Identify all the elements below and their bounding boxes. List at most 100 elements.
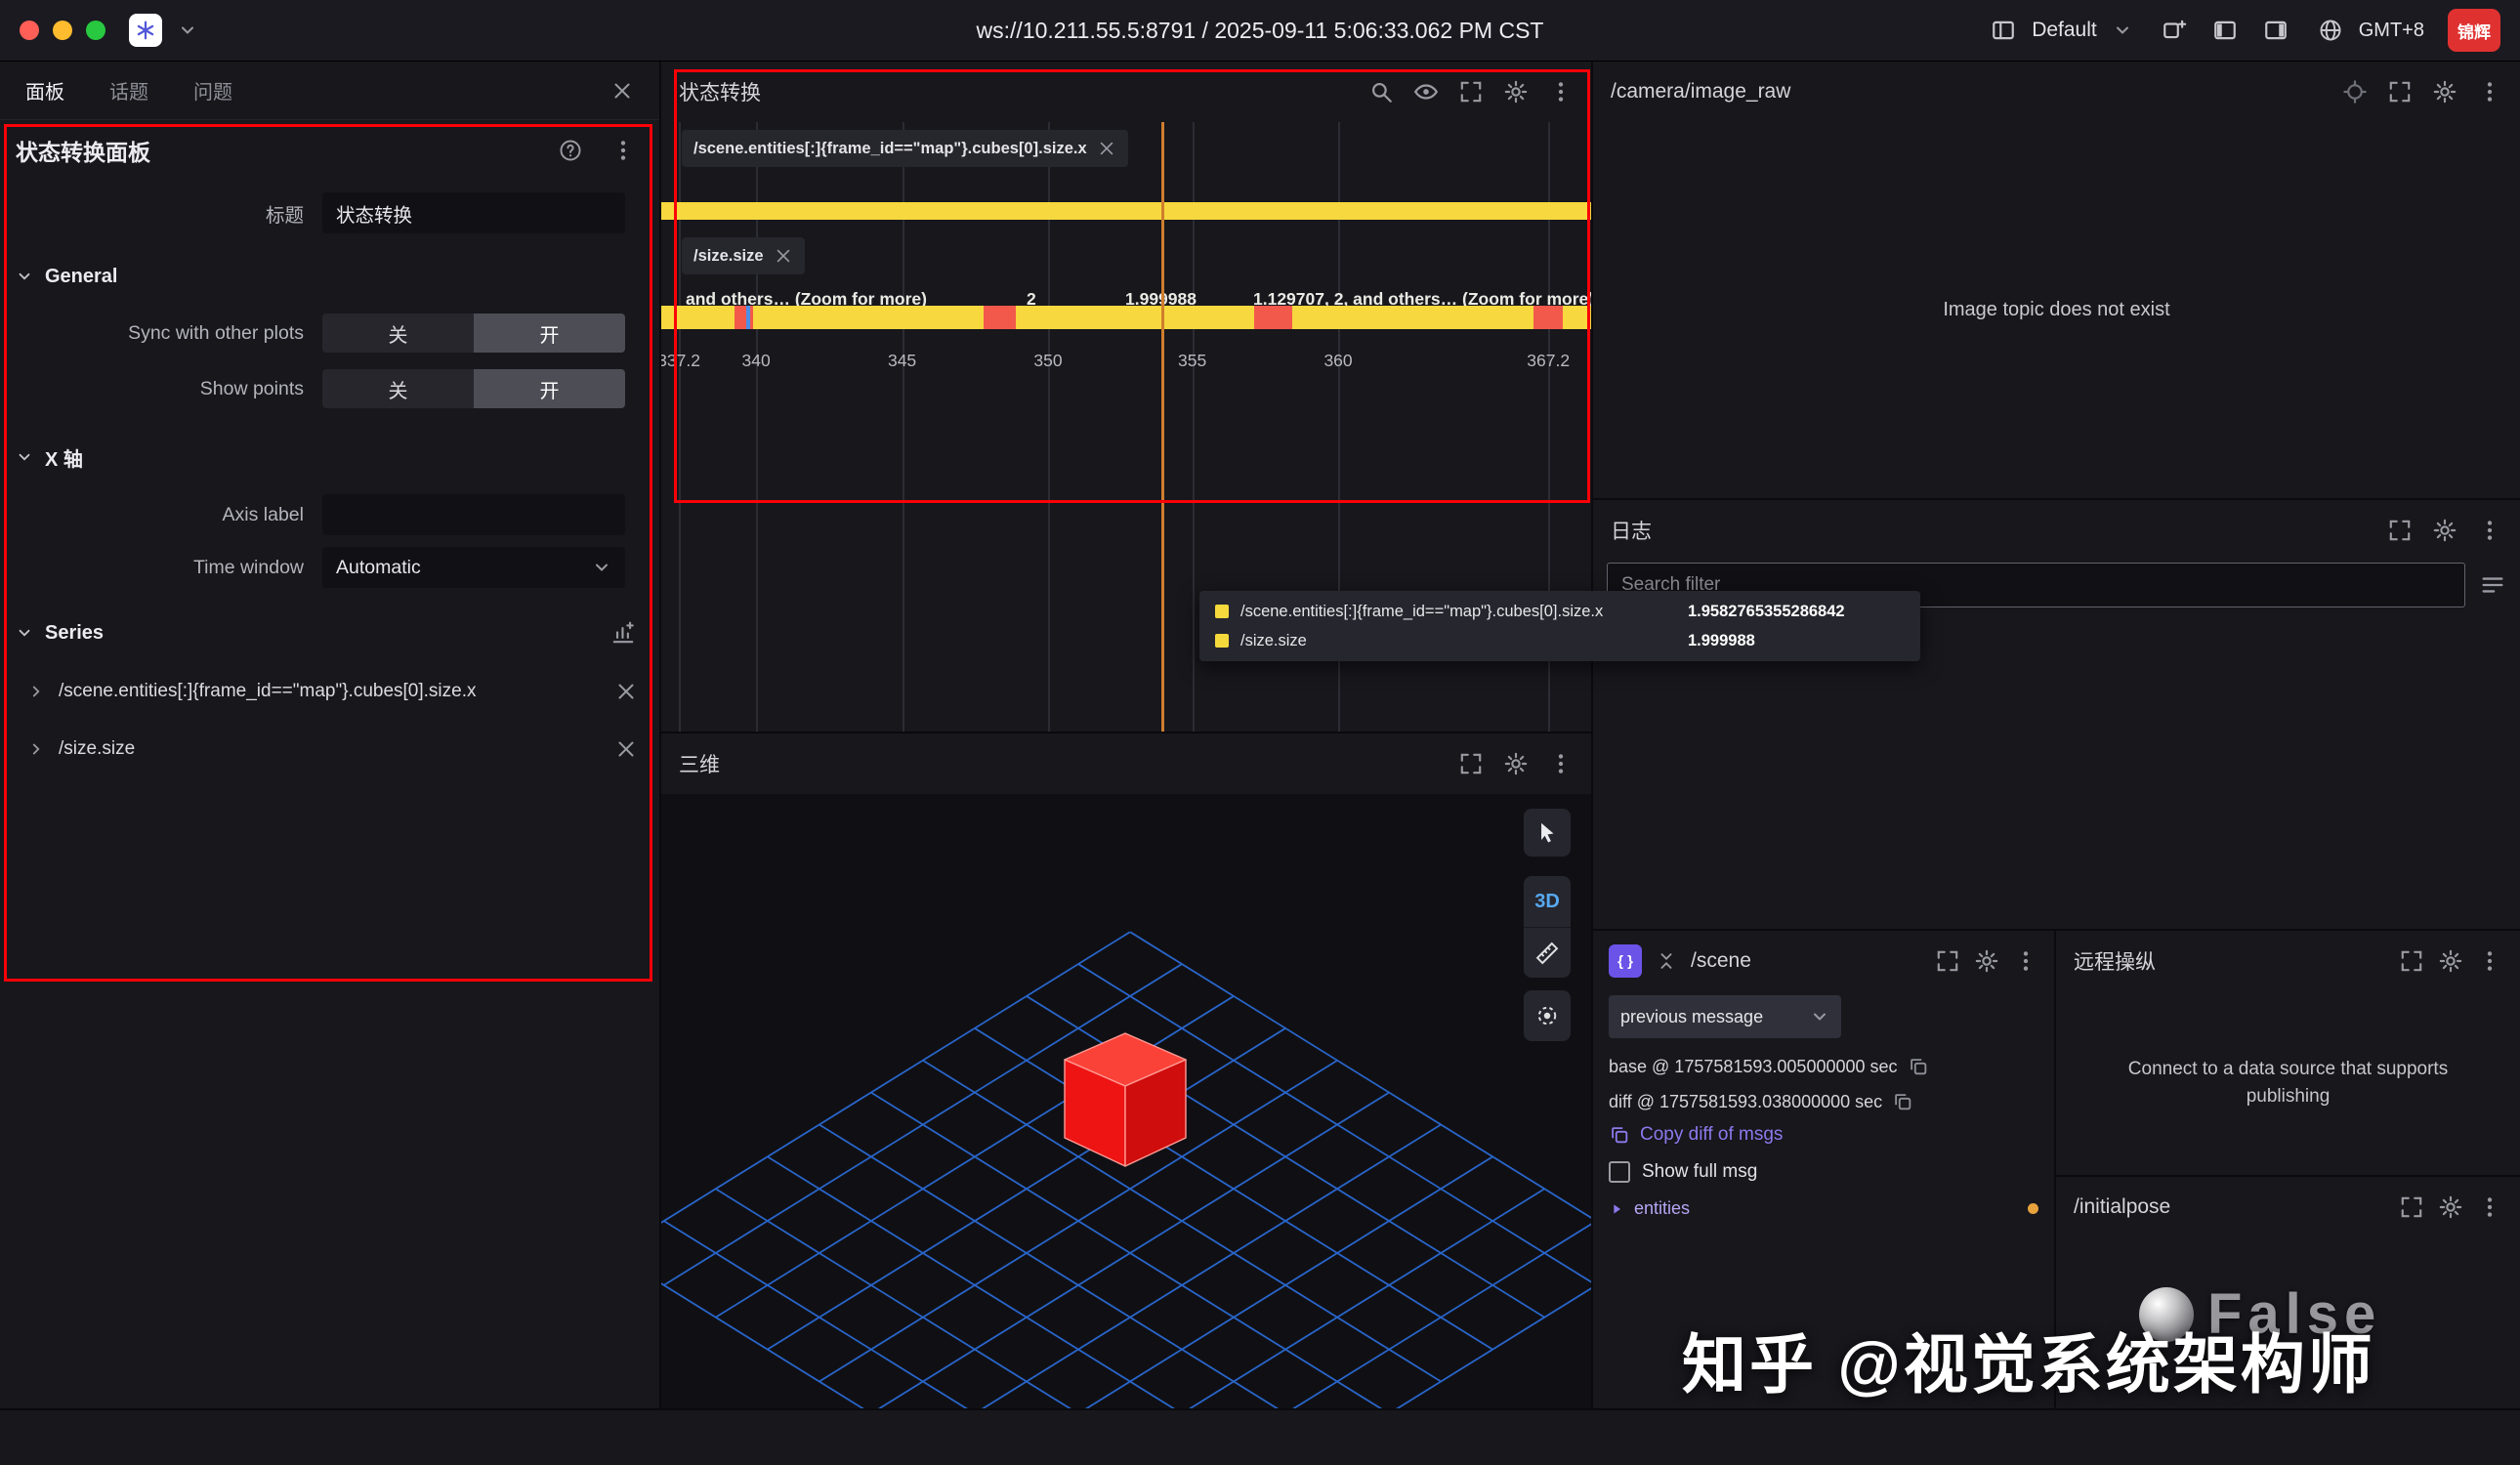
layout-name[interactable]: Default <box>2032 19 2097 42</box>
red-cube <box>1065 1033 1186 1166</box>
axis-tick: 337.2 <box>661 351 700 371</box>
fullscreen-icon[interactable] <box>2387 79 2413 105</box>
fullscreen-icon[interactable] <box>1458 751 1484 776</box>
title-field-input[interactable] <box>322 192 625 233</box>
kebab-menu-icon[interactable] <box>610 138 636 163</box>
close-window-button[interactable] <box>20 21 39 40</box>
fullscreen-icon[interactable] <box>1458 79 1484 105</box>
layout-icon[interactable] <box>1991 18 2016 43</box>
help-icon[interactable] <box>558 138 583 163</box>
remove-chip-icon[interactable] <box>774 246 793 266</box>
timezone-label[interactable]: GMT+8 <box>2359 20 2424 42</box>
chevron-right-icon[interactable] <box>27 740 45 758</box>
series-chip[interactable]: /scene.entities[:]{frame_id=="map"}.cube… <box>682 130 1128 167</box>
zoom-selection-icon[interactable] <box>1368 79 1394 105</box>
settings-gear-icon[interactable] <box>2432 518 2457 543</box>
settings-gear-icon[interactable] <box>2438 948 2463 974</box>
tab-topics[interactable]: 话题 <box>109 76 148 105</box>
show-points-toggle: 关 开 <box>322 369 625 408</box>
visibility-icon[interactable] <box>1413 79 1439 105</box>
user-badge[interactable]: 锦辉 <box>2448 9 2500 52</box>
fullscreen-icon[interactable] <box>2399 1194 2424 1220</box>
kebab-menu-icon[interactable] <box>2477 79 2502 105</box>
axis-label-input[interactable] <box>322 494 625 535</box>
chevron-down-icon[interactable] <box>16 268 33 285</box>
copy-icon[interactable] <box>1908 1056 1929 1077</box>
chevron-right-icon[interactable] <box>27 683 45 700</box>
expand-triangle-icon[interactable] <box>1609 1201 1624 1217</box>
copy-icon[interactable] <box>1892 1091 1913 1112</box>
add-series-icon[interactable] <box>610 620 636 646</box>
sync-on-button[interactable]: 开 <box>474 314 625 353</box>
settings-gear-icon[interactable] <box>1503 79 1529 105</box>
settings-gear-icon[interactable] <box>2432 79 2457 105</box>
kebab-menu-icon[interactable] <box>1548 751 1574 776</box>
panel-settings: 状态转换面板 标题 General Sync with other plots … <box>0 122 659 1408</box>
copy-icon <box>1609 1124 1630 1146</box>
fullscreen-icon[interactable] <box>2387 518 2413 543</box>
timeline-state-segment <box>1533 306 1563 329</box>
kebab-menu-icon[interactable] <box>2013 948 2038 974</box>
tab-problems[interactable]: 问题 <box>193 76 232 105</box>
3d-scene[interactable] <box>661 794 1591 1408</box>
remove-chip-icon[interactable] <box>1097 139 1116 158</box>
tab-panel[interactable]: 面板 <box>25 76 64 105</box>
remove-series-icon[interactable] <box>614 680 638 703</box>
app-menu-chevron-icon[interactable] <box>178 21 197 40</box>
remove-series-icon[interactable] <box>614 737 638 761</box>
panel-title: 三维 <box>679 749 720 778</box>
kebab-menu-icon[interactable] <box>2477 518 2502 543</box>
fullscreen-icon[interactable] <box>2399 948 2424 974</box>
points-off-button[interactable]: 关 <box>322 369 474 408</box>
state-timeline-bar-1 <box>661 202 1591 220</box>
section-general-label[interactable]: General <box>45 266 117 288</box>
series-item[interactable]: /size.size <box>0 728 659 770</box>
sync-off-button[interactable]: 关 <box>322 314 474 353</box>
axis-tick: 350 <box>1033 351 1062 371</box>
log-list-icon[interactable] <box>2479 571 2506 599</box>
collapse-all-icon[interactable] <box>1656 950 1677 972</box>
measure-tool-button[interactable] <box>1524 927 1571 978</box>
kebab-menu-icon[interactable] <box>2477 1194 2502 1220</box>
settings-gear-icon[interactable] <box>1503 751 1529 776</box>
kebab-menu-icon[interactable] <box>2477 948 2502 974</box>
empty-state-text: Connect to a data source that supports p… <box>2093 1056 2484 1111</box>
globe-icon <box>2318 18 2343 43</box>
timeline-state-segment <box>746 306 750 329</box>
series-chip[interactable]: /size.size <box>682 237 805 274</box>
pointer-tool-button[interactable] <box>1524 809 1571 857</box>
show-full-msg-checkbox[interactable] <box>1609 1161 1630 1183</box>
close-sidebar-icon[interactable] <box>610 79 634 103</box>
settings-gear-icon[interactable] <box>1974 948 1999 974</box>
camera-reset-button[interactable] <box>1524 990 1571 1041</box>
zoom-window-button[interactable] <box>86 21 105 40</box>
settings-gear-icon[interactable] <box>2438 1194 2463 1220</box>
points-on-button[interactable]: 开 <box>474 369 625 408</box>
empty-state-text: Image topic does not exist <box>1943 299 2169 321</box>
3d-mode-button[interactable]: 3D <box>1524 876 1571 927</box>
fullscreen-icon[interactable] <box>1935 948 1960 974</box>
raw-messages-panel-icon[interactable]: { } <box>1609 944 1642 978</box>
right-sidebar-toggle-icon[interactable] <box>2263 18 2289 43</box>
app-icon[interactable] <box>129 14 162 47</box>
section-series-label[interactable]: Series <box>45 622 104 645</box>
tree-row-entities[interactable]: entities <box>1609 1198 2038 1219</box>
crosshair-icon[interactable] <box>2342 79 2368 105</box>
left-sidebar-toggle-icon[interactable] <box>2212 18 2238 43</box>
series-item[interactable]: /scene.entities[:]{frame_id=="map"}.cube… <box>0 670 659 712</box>
copy-diff-button[interactable]: Copy diff of msgs <box>1609 1124 2038 1146</box>
minimize-window-button[interactable] <box>53 21 72 40</box>
playhead-line[interactable] <box>1161 122 1164 732</box>
chevron-down-icon[interactable] <box>16 448 33 466</box>
show-full-msg-label: Show full msg <box>1642 1161 1757 1183</box>
watermark-zhihu: 知乎 @视觉系统架构师 <box>1682 1313 2375 1406</box>
add-panel-icon[interactable] <box>2162 18 2187 43</box>
timeline-state-segment <box>1254 306 1292 329</box>
ruler-icon <box>1534 941 1560 966</box>
chevron-down-icon[interactable] <box>16 624 33 642</box>
layout-chevron-icon[interactable] <box>2113 21 2132 40</box>
section-x-axis-label[interactable]: X 轴 <box>45 443 83 472</box>
time-window-select[interactable]: Automatic <box>322 547 625 588</box>
kebab-menu-icon[interactable] <box>1548 79 1574 105</box>
message-nav-dropdown[interactable]: previous message <box>1609 995 1841 1038</box>
